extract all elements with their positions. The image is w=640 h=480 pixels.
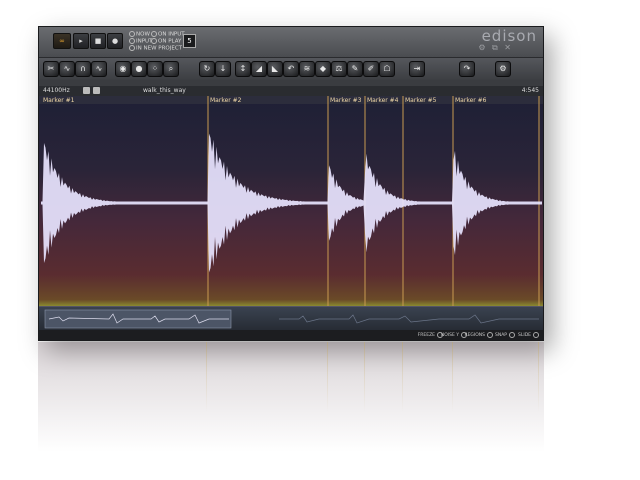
undo-icon[interactable]: ↶ [283, 61, 299, 77]
marker-label[interactable]: Marker #4 [367, 97, 399, 104]
mode-now-label: NOW [136, 31, 150, 38]
export-icon[interactable]: ⇥ [409, 61, 425, 77]
marker-label[interactable]: Marker #5 [405, 97, 437, 104]
loop-button[interactable]: ∞ [53, 33, 71, 49]
mode-on-input-option[interactable]: ON INPUT [151, 31, 185, 38]
mode-input-label: INPUT [136, 38, 153, 45]
marker-label[interactable]: Marker #1 [43, 97, 75, 104]
time-readout: 4:545 [521, 87, 539, 94]
trim-icon[interactable]: ◣ [267, 61, 283, 77]
window-reflection [38, 342, 544, 452]
brush-icon[interactable]: ✐ [363, 61, 379, 77]
sample-rate: 44100Hz [43, 87, 70, 94]
wave-icon[interactable]: ∿ [91, 61, 107, 77]
info-row: 44100Hz walk_this_way 4:545 [39, 86, 543, 96]
fade-icon[interactable]: ◢ [251, 61, 267, 77]
drop-icon[interactable]: ◆ [315, 61, 331, 77]
settings-icon[interactable]: ⚙ [495, 61, 511, 77]
circle-dots-icon[interactable]: ⁘ [147, 61, 163, 77]
freeze-option[interactable]: FREEZE [417, 330, 443, 340]
snap-label: SNAP [494, 333, 507, 338]
mode-in-new-project-option[interactable]: IN NEW PROJECT [129, 45, 182, 52]
redo-icon[interactable]: ↷ [459, 61, 475, 77]
pencil-icon[interactable]: ✎ [347, 61, 363, 77]
top-bar: ∞ ▸ ■ ● NOW ON INPUT INPUT ON PLAY IN NE… [39, 27, 543, 58]
freeze-label: FREEZE [417, 333, 435, 338]
app-logo: edison [481, 27, 537, 45]
waveform-display[interactable]: Marker #1 Marker #2 Marker #3 Marker #4 Mark… [39, 96, 543, 306]
slide-option[interactable]: SLIDE [518, 330, 539, 340]
regions-option[interactable]: REGIONS [464, 330, 493, 340]
stop-button[interactable]: ■ [90, 33, 106, 49]
download-icon[interactable]: ↓ [215, 61, 231, 77]
regions-label: REGIONS [464, 333, 485, 338]
play-button[interactable]: ▸ [73, 33, 89, 49]
file-name: walk_this_way [143, 87, 186, 94]
noise-option[interactable]: NOISE Y [440, 330, 467, 340]
marker-label[interactable]: Marker #3 [330, 97, 362, 104]
save-icon[interactable] [93, 87, 100, 94]
format-icon[interactable] [83, 87, 90, 94]
record-icon[interactable]: ● [131, 61, 147, 77]
wave-icon[interactable]: ∿ [59, 61, 75, 77]
mode-in-new-project-label: IN NEW PROJECT [136, 45, 183, 52]
scissors-icon[interactable]: ✂ [43, 61, 59, 77]
magnet-icon[interactable]: ∩ [75, 61, 91, 77]
mode-input-option[interactable]: INPUT [129, 38, 152, 45]
record-button[interactable]: ● [107, 33, 123, 49]
toolbar: ✂ ∿ ∩ ∿ ◉ ● ⁘ ⌕ ↻ ↓ ↕ ◢ ◣ ↶ ≋ ◆ ⚖ ✎ ✐ ☖ ⇥ ↷ ⚙ [39, 58, 543, 80]
mode-now-option[interactable]: NOW [129, 31, 150, 38]
tune-icon[interactable]: ⚖ [331, 61, 347, 77]
waveform-canvas[interactable]: Marker #1 Marker #2 Marker #3 Marker #4 Mark… [39, 96, 544, 306]
loop-icon[interactable]: ↻ [199, 61, 215, 77]
lock-icon[interactable]: ☖ [379, 61, 395, 77]
noise-label: NOISE Y [440, 333, 459, 338]
normalize-icon[interactable]: ↕ [235, 61, 251, 77]
marker-label[interactable]: Marker #2 [210, 97, 242, 104]
edison-window: ∞ ▸ ■ ● NOW ON INPUT INPUT ON PLAY IN NE… [38, 26, 544, 341]
mode-on-play-option[interactable]: ON PLAY [151, 38, 181, 45]
marker-label[interactable]: Marker #6 [455, 97, 487, 104]
mode-on-play-label: ON PLAY [158, 38, 182, 45]
eye-icon[interactable]: ◉ [115, 61, 131, 77]
snap-value[interactable]: 5 [183, 34, 196, 48]
overview-strip[interactable] [39, 306, 543, 331]
bottom-options-bar: FREEZE NOISE Y REGIONS SNAP SLIDE [39, 330, 543, 340]
mode-on-input-label: ON INPUT [158, 31, 185, 38]
noise-icon[interactable]: ≋ [299, 61, 315, 77]
search-icon[interactable]: ⌕ [163, 61, 179, 77]
snap-option[interactable]: SNAP [494, 330, 515, 340]
slide-label: SLIDE [518, 333, 531, 338]
